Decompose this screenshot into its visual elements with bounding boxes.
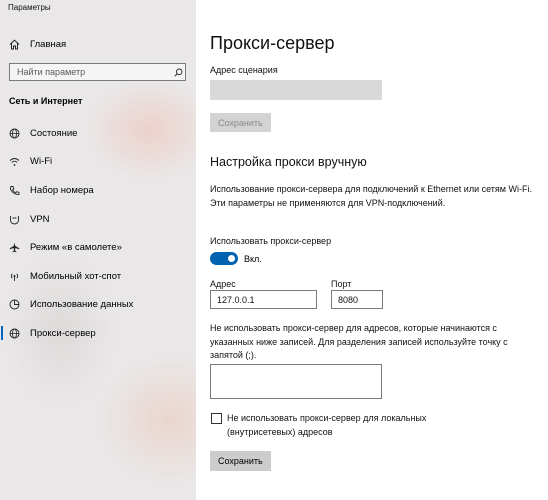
page-title: Прокси-сервер	[210, 33, 335, 53]
sidebar-item-proxy[interactable]: Прокси-сервер	[0, 319, 196, 348]
sidebar: Параметры Главная Сеть и Интернет Состоя…	[0, 0, 196, 500]
data-usage-icon	[9, 299, 20, 310]
sidebar-nav: Состояние Wi-Fi Набор номера VPN Режим «…	[0, 119, 196, 348]
sidebar-item-label: Прокси-сервер	[30, 327, 96, 339]
script-address-input[interactable]	[210, 80, 382, 100]
phone-icon	[9, 185, 20, 196]
sidebar-item-label: Использование данных	[30, 299, 134, 311]
local-bypass-label[interactable]: Не использовать прокси-сервер для локаль…	[227, 412, 447, 439]
search-icon[interactable]	[171, 64, 185, 80]
sidebar-item-label: Набор номера	[30, 184, 94, 196]
sidebar-item-wifi[interactable]: Wi-Fi	[0, 148, 196, 177]
main-content: Прокси-сервер Адрес сценария Сохранить Н…	[196, 0, 548, 500]
exceptions-description: Не использовать прокси-сервер для адресо…	[210, 323, 508, 360]
sidebar-item-label: Режим «в самолете»	[30, 242, 122, 254]
section-title: Сеть и Интернет	[9, 96, 83, 106]
script-address-label: Адрес сценария	[210, 65, 278, 75]
proxy-globe-icon	[9, 328, 20, 339]
sidebar-item-hotspot[interactable]: Мобильный хот-спот	[0, 262, 196, 291]
window-title: Параметры	[8, 3, 51, 12]
sidebar-item-dialup[interactable]: Набор номера	[0, 176, 196, 205]
manual-proxy-description: Использование прокси-сервера для подключ…	[210, 184, 532, 208]
sidebar-item-vpn[interactable]: VPN	[0, 205, 196, 234]
globe-icon	[9, 128, 20, 139]
port-field[interactable]	[331, 290, 383, 309]
toggle-state-label: Вкл.	[244, 254, 262, 264]
sidebar-item-airplane[interactable]: Режим «в самолете»	[0, 233, 196, 262]
use-proxy-toggle[interactable]	[210, 252, 238, 265]
manual-proxy-heading: Настройка прокси вручную	[210, 155, 367, 169]
sidebar-item-status[interactable]: Состояние	[0, 119, 196, 148]
sidebar-item-data-usage[interactable]: Использование данных	[0, 291, 196, 320]
home-label: Главная	[30, 38, 67, 50]
local-bypass-checkbox[interactable]	[211, 413, 222, 424]
search-box[interactable]	[9, 63, 186, 81]
address-label: Адрес	[210, 279, 236, 289]
save-script-button[interactable]: Сохранить	[210, 113, 271, 132]
home-icon	[9, 39, 20, 50]
wifi-icon	[9, 156, 20, 167]
search-input[interactable]	[10, 67, 171, 77]
vpn-icon	[9, 214, 20, 225]
exceptions-textarea[interactable]	[210, 364, 382, 399]
use-proxy-label: Использовать прокси-сервер	[210, 236, 332, 246]
hotspot-icon	[9, 271, 20, 282]
sidebar-item-label: VPN	[30, 213, 50, 225]
port-label: Порт	[331, 279, 352, 289]
sidebar-item-label: Мобильный хот-спот	[30, 270, 122, 282]
sidebar-item-label: Wi-Fi	[30, 156, 53, 168]
toggle-knob	[228, 255, 235, 262]
save-button[interactable]: Сохранить	[210, 451, 271, 471]
airplane-icon	[9, 242, 20, 253]
sidebar-item-label: Состояние	[30, 127, 78, 139]
address-field[interactable]	[210, 290, 317, 309]
sidebar-home[interactable]: Главная	[9, 36, 66, 52]
